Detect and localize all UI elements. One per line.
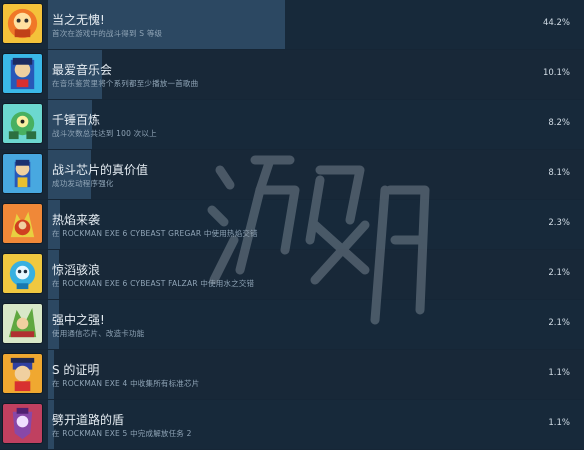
aqua-navi-icon [2, 253, 43, 294]
achievement-row[interactable]: 热焰来袭 在 ROCKMAN EXE 6 CYBEAST GREGAR 中使用热… [0, 200, 584, 250]
achievement-row[interactable]: 当之无愧! 首次在游戏中的战斗得到 S 等级 44.2% [0, 0, 584, 50]
achievement-row[interactable]: 劈开道路的盾 在 ROCKMAN EXE 5 中完成解放任务 2 1.1% [0, 400, 584, 450]
achievement-title: S 的证明 [52, 363, 100, 377]
shield-knight-icon [2, 403, 43, 444]
achievement-percent: 8.2% [548, 118, 570, 128]
achievement-percent: 44.2% [542, 18, 570, 28]
achievement-desc: 使用通信芯片、改造卡功能 [52, 329, 145, 338]
fire-beast-icon [2, 203, 43, 244]
achievement-desc: 战斗次数总共达到 100 次以上 [52, 129, 157, 138]
achievement-desc: 成功发动程序强化 [52, 179, 114, 188]
achievement-title: 当之无愧! [52, 13, 105, 27]
achievement-desc: 首次在游戏中的战斗得到 S 等级 [52, 29, 163, 38]
achievement-title: 惊滔骇浪 [52, 263, 101, 277]
achievement-row[interactable]: 惊滔骇浪 在 ROCKMAN EXE 6 CYBEAST FALZAR 中使用水… [0, 250, 584, 300]
achievement-desc: 在音乐鉴赏里将个系列都至少播放一首歌曲 [52, 79, 199, 88]
achievement-title: 热焰来袭 [52, 213, 101, 227]
achievement-title: 千锤百炼 [52, 113, 101, 127]
achievement-list: 当之无愧! 首次在游戏中的战斗得到 S 等级 44.2% 最爱音乐会 在音乐鉴赏… [0, 0, 584, 450]
achievement-desc: 在 ROCKMAN EXE 4 中收集所有标准芯片 [52, 379, 200, 388]
achievement-percent: 8.1% [548, 168, 570, 178]
achievement-row[interactable]: 千锤百炼 战斗次数总共达到 100 次以上 8.2% [0, 100, 584, 150]
music-navi-icon [2, 53, 43, 94]
achievement-title: 最爱音乐会 [52, 63, 113, 77]
hero-portrait-icon [2, 353, 43, 394]
achievement-title: 劈开道路的盾 [52, 413, 125, 427]
achievement-percent: 1.1% [548, 418, 570, 428]
achievement-row[interactable]: 强中之强! 使用通信芯片、改造卡功能 2.1% [0, 300, 584, 350]
achievement-percent: 2.1% [548, 268, 570, 278]
achievement-percent: 10.1% [542, 68, 570, 78]
achievement-row[interactable]: S 的证明 在 ROCKMAN EXE 4 中收集所有标准芯片 1.1% [0, 350, 584, 400]
achievement-title: 强中之强! [52, 313, 105, 327]
achievement-percent: 2.3% [548, 218, 570, 228]
achievement-title: 战斗芯片的真价值 [52, 163, 149, 177]
fighter-navi-icon [2, 303, 43, 344]
achievement-desc: 在 ROCKMAN EXE 6 CYBEAST FALZAR 中使用水之交错 [52, 279, 255, 288]
achievement-row[interactable]: 最爱音乐会 在音乐鉴赏里将个系列都至少播放一首歌曲 10.1% [0, 50, 584, 100]
achievement-row[interactable]: 战斗芯片的真价值 成功发动程序强化 8.1% [0, 150, 584, 200]
robot-icon [2, 103, 43, 144]
achievement-percent: 2.1% [548, 318, 570, 328]
achievement-desc: 在 ROCKMAN EXE 5 中完成解放任务 2 [52, 429, 192, 438]
achievement-badge-icon [2, 3, 43, 44]
achievement-percent: 1.1% [548, 368, 570, 378]
achievement-desc: 在 ROCKMAN EXE 6 CYBEAST GREGAR 中使用热焰交错 [52, 229, 258, 238]
battle-chip-icon [2, 153, 43, 194]
